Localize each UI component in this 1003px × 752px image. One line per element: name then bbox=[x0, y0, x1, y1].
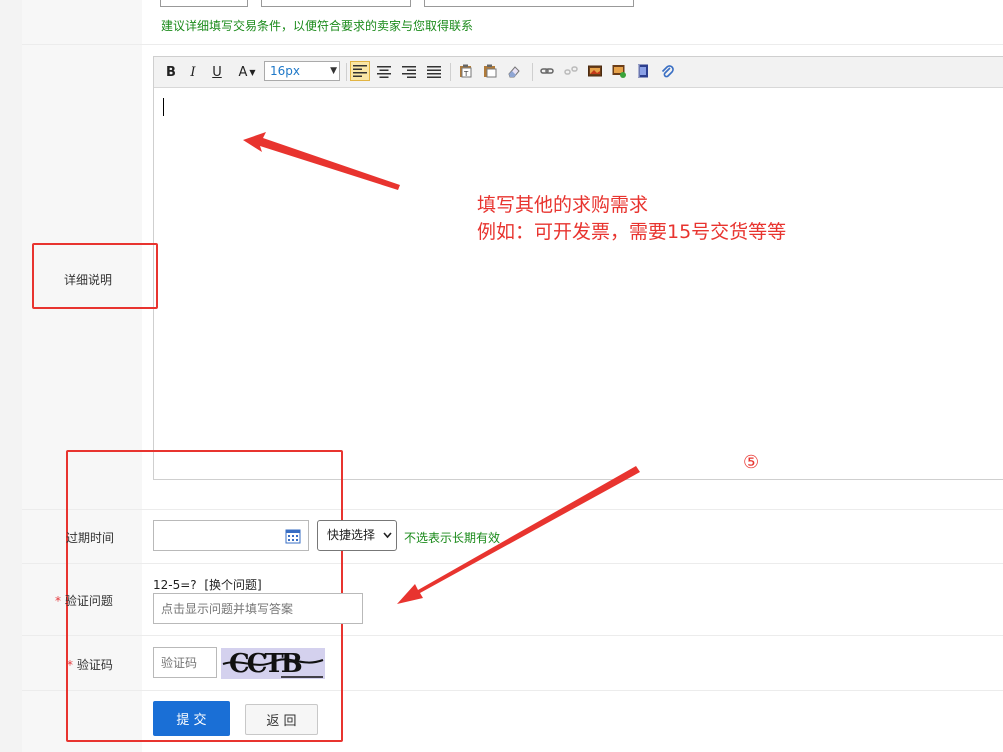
step-number: ⑤ bbox=[743, 452, 760, 473]
captcha-graphic: CCTB bbox=[222, 649, 324, 679]
arrow-to-editor bbox=[243, 132, 400, 190]
annotation-line-2: 例如：可开发票，需要15号交货等等 bbox=[477, 221, 787, 243]
verify-question: 12-5=? bbox=[153, 578, 197, 592]
annotation-text: 填写其他的求购需求 例如：可开发票，需要15号交货等等 bbox=[477, 192, 786, 246]
verify-answer-input[interactable] bbox=[153, 593, 363, 624]
verify-label: 验证问题 bbox=[64, 594, 113, 608]
chevron-down-icon bbox=[383, 532, 392, 539]
captcha-image[interactable]: CCTB bbox=[221, 648, 325, 679]
captcha-input[interactable] bbox=[153, 647, 217, 678]
expire-quick-select-value: 快捷选择 bbox=[327, 528, 376, 542]
publish-form-page: 建议详细填写交易条件，以便符合要求的卖家与您取得联系 详细说明 B I U A ▼… bbox=[0, 0, 1003, 752]
calendar-icon[interactable] bbox=[285, 528, 301, 544]
expire-date-input[interactable] bbox=[153, 520, 309, 551]
expire-quick-select[interactable]: 快捷选择 bbox=[317, 520, 397, 551]
expire-hint: 不选表示长期有效 bbox=[404, 531, 501, 545]
expire-label: 过期时间 bbox=[66, 531, 115, 545]
required-mark: * bbox=[55, 594, 61, 608]
captcha-label-wrap: * 验证码 bbox=[67, 656, 113, 673]
submit-button[interactable]: 提 交 bbox=[153, 701, 230, 736]
required-mark: * bbox=[67, 658, 73, 672]
back-button[interactable]: 返 回 bbox=[245, 704, 318, 735]
captcha-label: 验证码 bbox=[76, 658, 113, 672]
verify-question-line: 12-5=? [换个问题] bbox=[153, 576, 262, 593]
change-question-link[interactable]: [换个问题] bbox=[204, 578, 261, 592]
highlight-detail-label bbox=[32, 243, 158, 309]
verify-label-wrap: * 验证问题 bbox=[55, 592, 113, 609]
annotation-line-1: 填写其他的求购需求 bbox=[477, 194, 649, 216]
